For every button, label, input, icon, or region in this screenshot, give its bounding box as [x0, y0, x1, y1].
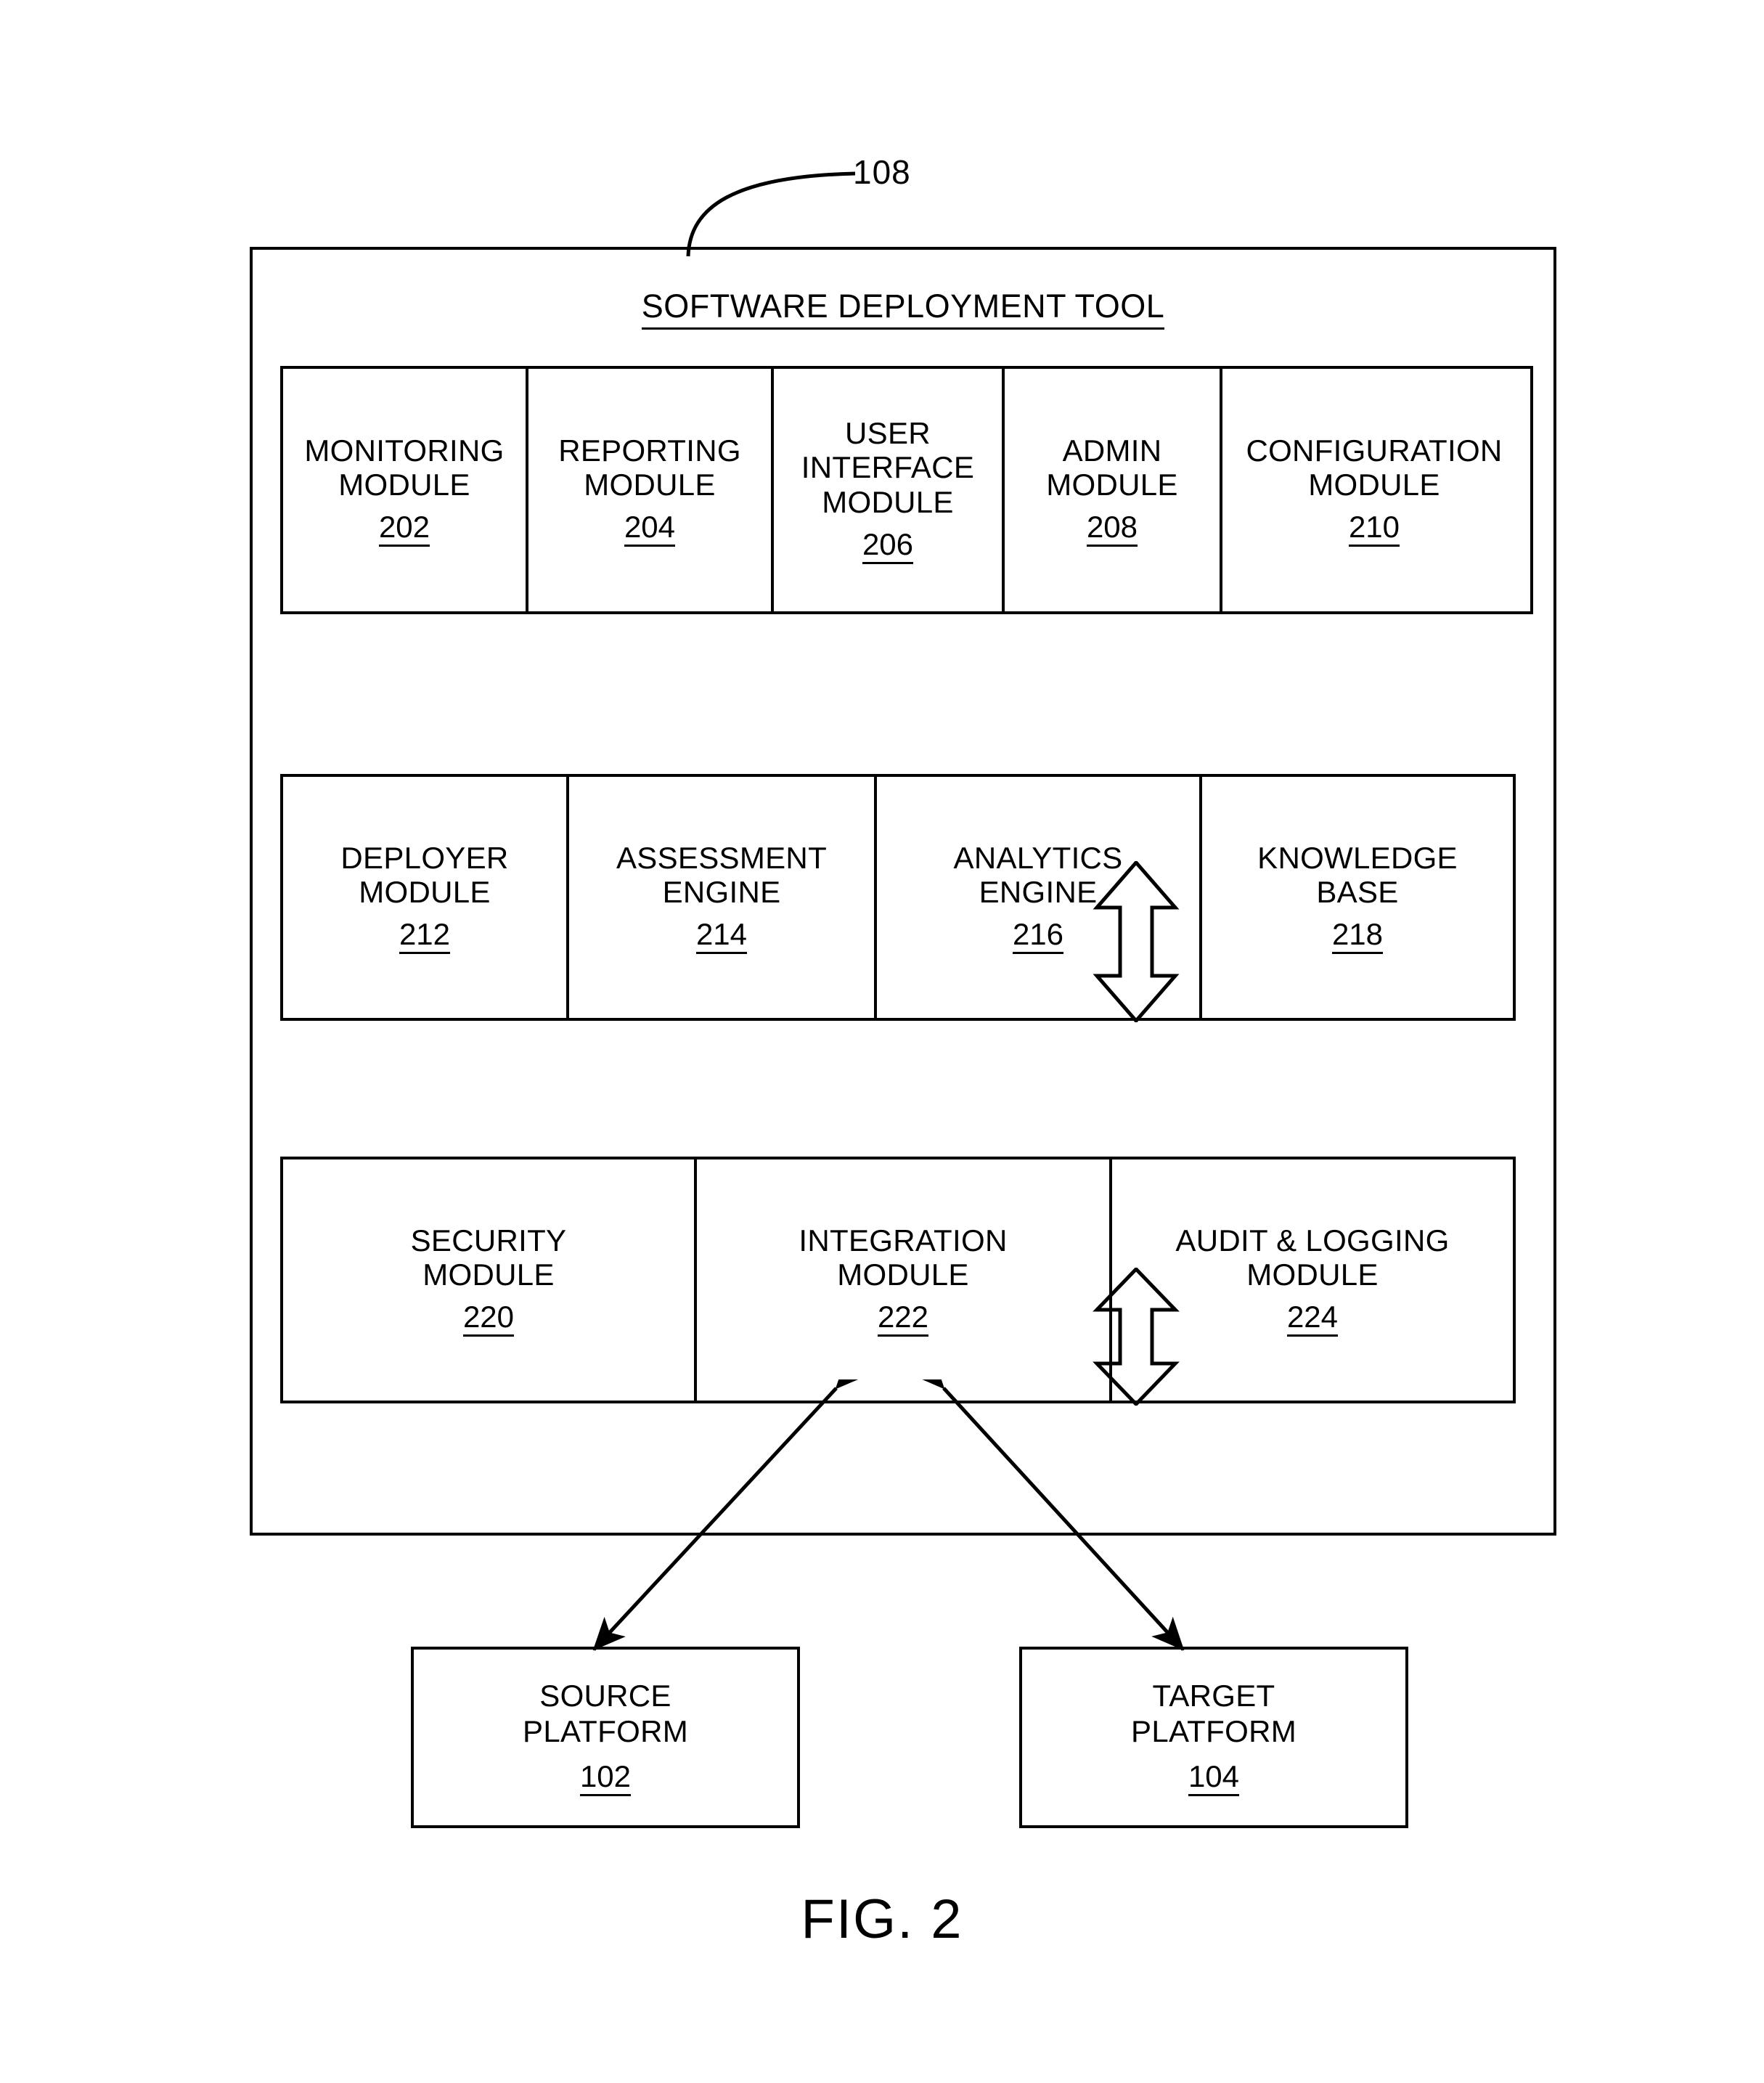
module-monitoring-name: MONITORING MODULE	[304, 433, 505, 502]
reference-leader-line	[686, 171, 856, 257]
figure-2-diagram: 108 SOFTWARE DEPLOYMENT TOOL MONITORING …	[0, 0, 1764, 2083]
module-configuration-ref: 210	[1348, 512, 1400, 547]
target-platform-ref: 104	[1188, 1761, 1240, 1796]
module-assessment-engine[interactable]: ASSESSMENT ENGINE 214	[569, 777, 877, 1018]
module-monitoring-ref: 202	[378, 512, 430, 547]
module-monitoring[interactable]: MONITORING MODULE 202	[283, 369, 528, 611]
module-audit-and-logging-name: AUDIT & LOGGING MODULE	[1175, 1223, 1450, 1292]
software-deployment-tool-title: SOFTWARE DEPLOYMENT TOOL	[253, 288, 1553, 330]
figure-caption: FIG. 2	[801, 1888, 963, 1950]
module-security[interactable]: SECURITY MODULE 220	[283, 1159, 697, 1401]
module-deployer-name: DEPLOYER MODULE	[340, 840, 509, 909]
module-assessment-engine-name: ASSESSMENT ENGINE	[616, 840, 828, 909]
module-audit-and-logging[interactable]: AUDIT & LOGGING MODULE 224	[1112, 1159, 1513, 1401]
module-deployer-ref: 212	[399, 919, 451, 955]
module-reporting[interactable]: REPORTING MODULE 204	[528, 369, 774, 611]
module-row-engine-layer: DEPLOYER MODULE 212 ASSESSMENT ENGINE 21…	[280, 774, 1516, 1021]
module-assessment-engine-ref: 214	[695, 919, 748, 955]
module-knowledge-base[interactable]: KNOWLEDGE BASE 218	[1202, 777, 1513, 1018]
target-platform-name: TARGET PLATFORM	[1131, 1679, 1297, 1748]
target-platform-box[interactable]: TARGET PLATFORM 104	[1019, 1647, 1408, 1828]
module-integration-ref: 222	[877, 1302, 929, 1337]
module-configuration-name: CONFIGURATION MODULE	[1246, 433, 1503, 502]
module-integration[interactable]: INTEGRATION MODULE 222	[697, 1159, 1112, 1401]
module-audit-and-logging-ref: 224	[1286, 1302, 1339, 1337]
source-platform-box[interactable]: SOURCE PLATFORM 102	[411, 1647, 800, 1828]
source-platform-name: SOURCE PLATFORM	[523, 1679, 688, 1748]
module-integration-name: INTEGRATION MODULE	[799, 1223, 1008, 1292]
module-reporting-ref: 204	[624, 512, 676, 547]
module-analytics-engine-ref: 216	[1012, 919, 1064, 955]
source-platform-ref: 102	[579, 1761, 632, 1796]
module-analytics-engine-name: ANALYTICS ENGINE	[953, 840, 1123, 909]
module-user-interface[interactable]: USER INTERFACE MODULE 206	[774, 369, 1005, 611]
module-row-services-layer: SECURITY MODULE 220 INTEGRATION MODULE 2…	[280, 1157, 1516, 1403]
platform-connector-arrows	[592, 1379, 1185, 1651]
module-knowledge-base-ref: 218	[1331, 919, 1384, 955]
module-reporting-name: REPORTING MODULE	[558, 433, 741, 502]
module-admin-name: ADMIN MODULE	[1046, 433, 1178, 502]
module-analytics-engine[interactable]: ANALYTICS ENGINE 216	[877, 777, 1202, 1018]
module-admin[interactable]: ADMIN MODULE 208	[1005, 369, 1222, 611]
reference-numeral-108: 108	[853, 153, 911, 191]
module-security-ref: 220	[462, 1302, 515, 1337]
module-configuration[interactable]: CONFIGURATION MODULE 210	[1222, 369, 1526, 611]
module-security-name: SECURITY MODULE	[410, 1223, 567, 1292]
module-admin-ref: 208	[1086, 512, 1138, 547]
module-user-interface-ref: 206	[862, 529, 914, 564]
software-deployment-tool-box: SOFTWARE DEPLOYMENT TOOL MONITORING MODU…	[250, 247, 1556, 1536]
software-deployment-tool-title-text: SOFTWARE DEPLOYMENT TOOL	[641, 288, 1165, 330]
module-knowledge-base-name: KNOWLEDGE BASE	[1257, 840, 1458, 909]
module-row-presentation-layer: MONITORING MODULE 202 REPORTING MODULE 2…	[280, 366, 1533, 614]
module-deployer[interactable]: DEPLOYER MODULE 212	[283, 777, 569, 1018]
module-user-interface-name: USER INTERFACE MODULE	[801, 416, 975, 519]
